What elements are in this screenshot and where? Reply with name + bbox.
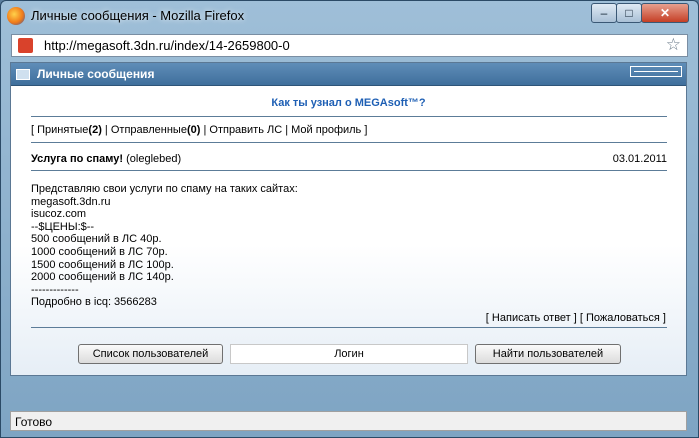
body-line: Представляю свои услуги по спаму на таки… <box>31 183 298 195</box>
message-actions: [ Написать ответ ] [ Пожаловаться ] <box>486 312 666 324</box>
body-line: megasoft.3dn.ru <box>31 195 111 208</box>
title-bar[interactable]: Личные сообщения - Mozilla Firefox – □ ✕ <box>1 1 698 31</box>
panel-resize-icon[interactable] <box>630 66 682 77</box>
body-line: 1500 сообщений в ЛС 100р. <box>31 258 174 271</box>
reply-link[interactable]: Написать ответ <box>492 312 571 324</box>
window-title: Личные сообщения - Mozilla Firefox <box>31 8 245 23</box>
divider <box>31 170 667 171</box>
find-users-button[interactable]: Найти пользователей <box>475 344 621 364</box>
message-body: Представляю свои услуги по спаму на таки… <box>31 183 298 309</box>
site-favicon-icon <box>18 38 33 53</box>
nav-send-pm-link[interactable]: Отправить ЛС <box>209 124 282 136</box>
message-date: 03.01.2011 <box>612 153 667 165</box>
body-line: isucoz.com <box>31 208 87 221</box>
panel-header: Личные сообщения <box>11 63 686 86</box>
body-line: Подробно в icq: 3566283 <box>31 296 157 309</box>
bookmark-star-icon[interactable]: ☆ <box>666 35 681 55</box>
messages-nav: [ Принятые(2) | Отправленные(0) | Отправ… <box>31 124 367 136</box>
report-link[interactable]: Пожаловаться <box>586 312 660 324</box>
promo-link[interactable]: Как ты узнал о MEGAsoft™? <box>11 97 686 109</box>
nav-received-link[interactable]: Принятые(2) <box>37 124 102 136</box>
message-header: Услуга по спаму! (oleglebed) <box>31 153 181 165</box>
divider <box>31 327 667 328</box>
message-sender[interactable]: (oleglebed) <box>126 153 181 165</box>
nav-separator: | <box>282 124 292 136</box>
minimize-button[interactable]: – <box>591 3 617 23</box>
body-line: 1000 сообщений в ЛС 70р. <box>31 245 168 258</box>
envelope-icon <box>16 69 30 80</box>
url-text[interactable]: http://megasoft.3dn.ru/index/14-2659800-… <box>44 38 290 53</box>
maximize-button[interactable]: □ <box>616 3 642 23</box>
panel-title: Личные сообщения <box>37 67 155 81</box>
user-search-row: Список пользователей Логин Найти пользов… <box>11 344 686 366</box>
message-subject: Услуга по спаму! <box>31 153 124 165</box>
nav-sent-label: Отправленные <box>110 124 187 136</box>
body-line: ------------- <box>31 283 79 296</box>
report-bracket-open: [ <box>576 312 587 324</box>
browser-window: Личные сообщения - Mozilla Firefox – □ ✕… <box>0 0 699 438</box>
divider <box>31 142 667 143</box>
page-content: Личные сообщения Как ты узнал о MEGAsoft… <box>10 62 687 376</box>
report-bracket-close: ] <box>659 312 666 324</box>
address-bar[interactable]: http://megasoft.3dn.ru/index/14-2659800-… <box>11 34 688 57</box>
nav-received-label: Принятые <box>37 124 89 136</box>
body-line: 500 сообщений в ЛС 40р. <box>31 233 162 246</box>
login-search-input[interactable]: Логин <box>230 344 468 364</box>
messages-panel: Как ты узнал о MEGAsoft™? [ Принятые(2) … <box>11 86 686 375</box>
body-line: --$ЦЕНЫ:$-- <box>31 220 95 233</box>
nav-sent-link[interactable]: Отправленные(0) <box>111 124 201 136</box>
status-text: Готово <box>15 415 53 429</box>
firefox-logo-icon <box>7 7 25 25</box>
status-bar: Готово <box>10 411 687 431</box>
close-button[interactable]: ✕ <box>641 3 689 23</box>
users-list-button[interactable]: Список пользователей <box>78 344 223 364</box>
divider <box>31 116 667 117</box>
body-line: 2000 сообщений в ЛС 140р. <box>31 271 174 284</box>
nav-profile-link[interactable]: Мой профиль <box>291 124 361 136</box>
nav-separator: | <box>101 124 111 136</box>
nav-bracket-close: ] <box>361 124 368 136</box>
